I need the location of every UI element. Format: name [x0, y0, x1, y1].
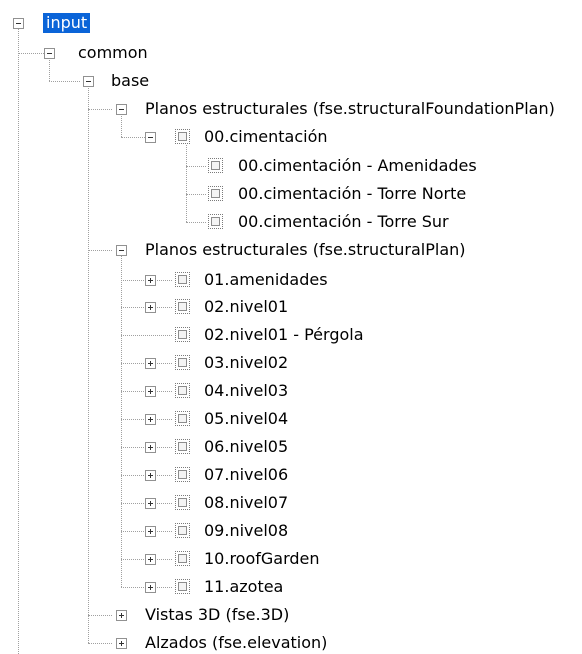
plus-sign-icon — [121, 641, 122, 646]
expander-structural-plans[interactable] — [116, 245, 127, 256]
tree-connector-line — [186, 166, 206, 167]
expander-plan-level[interactable] — [145, 275, 156, 286]
node-checkbox[interactable] — [175, 129, 190, 144]
plus-sign-icon — [150, 473, 151, 478]
tree-connector-line — [88, 615, 112, 616]
plus-sign-icon — [150, 557, 151, 562]
tree-node-plan-level[interactable]: 07.nivel06 — [204, 465, 288, 485]
tree-node-plan-level[interactable]: 04.nivel03 — [204, 381, 288, 401]
expander-vistas-3d[interactable] — [116, 610, 127, 621]
expander-common[interactable] — [44, 48, 55, 59]
tree-connector-line — [88, 643, 112, 644]
node-checkbox[interactable] — [175, 355, 190, 370]
tree-node-plan-level[interactable]: 03.nivel02 — [204, 353, 288, 373]
tree-node-structural-plans[interactable]: Planos estructurales (fse.structuralPlan… — [145, 240, 466, 260]
expander-plan-level[interactable] — [145, 442, 156, 453]
minus-sign-icon — [119, 250, 124, 251]
expander-plan-level[interactable] — [145, 526, 156, 537]
minus-sign-icon — [148, 137, 153, 138]
minus-sign-icon — [47, 53, 52, 54]
expander-base[interactable] — [83, 76, 94, 87]
node-checkbox[interactable] — [175, 299, 190, 314]
tree-connector-line — [49, 81, 80, 82]
expander-plan-level[interactable] — [145, 302, 156, 313]
node-checkbox[interactable] — [208, 186, 223, 201]
node-checkbox[interactable] — [175, 551, 190, 566]
node-checkbox[interactable] — [175, 579, 190, 594]
node-checkbox[interactable] — [175, 327, 190, 342]
tree-node-plan-level[interactable]: 06.nivel05 — [204, 437, 288, 457]
plus-sign-icon — [150, 417, 151, 422]
tree-connector-line — [88, 81, 89, 643]
node-checkbox[interactable] — [175, 411, 190, 426]
tree-node-plan-level[interactable]: 05.nivel04 — [204, 409, 288, 429]
plus-sign-icon — [121, 613, 122, 618]
node-checkbox[interactable] — [175, 383, 190, 398]
node-checkbox[interactable] — [175, 439, 190, 454]
tree-connector-line — [186, 222, 206, 223]
tree-connector-line — [18, 53, 44, 54]
minus-sign-icon — [119, 109, 124, 110]
expander-plan-level[interactable] — [145, 386, 156, 397]
tree-node-common[interactable]: common — [78, 43, 148, 63]
tree-node-plan-level[interactable]: 08.nivel07 — [204, 493, 288, 513]
tree-node-base[interactable]: base — [111, 71, 149, 91]
tree-node-cimentacion-child[interactable]: 00.cimentación - Torre Sur — [238, 212, 449, 232]
expander-plan-level[interactable] — [145, 554, 156, 565]
node-checkbox[interactable] — [208, 158, 223, 173]
expander-cimentacion[interactable] — [145, 132, 156, 143]
expander-plan-level[interactable] — [145, 582, 156, 593]
tree-node-cimentacion-child[interactable]: 00.cimentación - Amenidades — [238, 156, 477, 176]
expander-plan-level[interactable] — [145, 414, 156, 425]
tree-node-alzados[interactable]: Alzados (fse.elevation) — [145, 633, 327, 653]
minus-sign-icon — [86, 81, 91, 82]
node-checkbox[interactable] — [208, 214, 223, 229]
expander-input[interactable] — [13, 18, 24, 29]
expander-plan-level[interactable] — [145, 470, 156, 481]
tree-node-cimentacion-child[interactable]: 00.cimentación - Torre Norte — [238, 184, 466, 204]
tree-connector-line — [88, 250, 112, 251]
node-checkbox[interactable] — [175, 523, 190, 538]
expander-plan-level[interactable] — [145, 498, 156, 509]
plus-sign-icon — [150, 501, 151, 506]
plus-sign-icon — [150, 389, 151, 394]
expander-foundation-plans[interactable] — [116, 104, 127, 115]
minus-sign-icon — [16, 23, 21, 24]
tree-node-plan-level[interactable]: 10.roofGarden — [204, 549, 320, 569]
plus-sign-icon — [150, 305, 151, 310]
tree-node-cimentacion[interactable]: 00.cimentación — [204, 127, 328, 147]
tree-connector-line — [18, 23, 19, 654]
node-checkbox[interactable] — [175, 272, 190, 287]
plus-sign-icon — [150, 361, 151, 366]
node-checkbox[interactable] — [175, 495, 190, 510]
plus-sign-icon — [150, 585, 151, 590]
tree-view[interactable]: input common base Planos estructurales (fse… — [0, 0, 582, 654]
tree-connector-line — [121, 335, 172, 336]
tree-node-input[interactable]: input — [43, 13, 91, 33]
tree-connector-line — [88, 109, 112, 110]
tree-connector-line — [121, 137, 145, 138]
tree-node-plan-level[interactable]: 11.azotea — [204, 577, 283, 597]
tree-node-plan-level[interactable]: 02.nivel01 — [204, 297, 288, 317]
tree-node-plan-level[interactable]: 02.nivel01 - Pérgola — [204, 325, 364, 345]
plus-sign-icon — [150, 529, 151, 534]
tree-connector-line — [186, 137, 187, 222]
plus-sign-icon — [150, 278, 151, 283]
tree-node-plan-level[interactable]: 01.amenidades — [204, 270, 328, 290]
tree-node-vistas-3d[interactable]: Vistas 3D (fse.3D) — [145, 605, 289, 625]
tree-node-foundation-plans[interactable]: Planos estructurales (fse.structuralFoun… — [145, 99, 555, 119]
tree-connector-line — [186, 194, 206, 195]
tree-node-plan-level[interactable]: 09.nivel08 — [204, 521, 288, 541]
plus-sign-icon — [150, 445, 151, 450]
expander-plan-level[interactable] — [145, 358, 156, 369]
expander-alzados[interactable] — [116, 638, 127, 649]
node-checkbox[interactable] — [175, 467, 190, 482]
